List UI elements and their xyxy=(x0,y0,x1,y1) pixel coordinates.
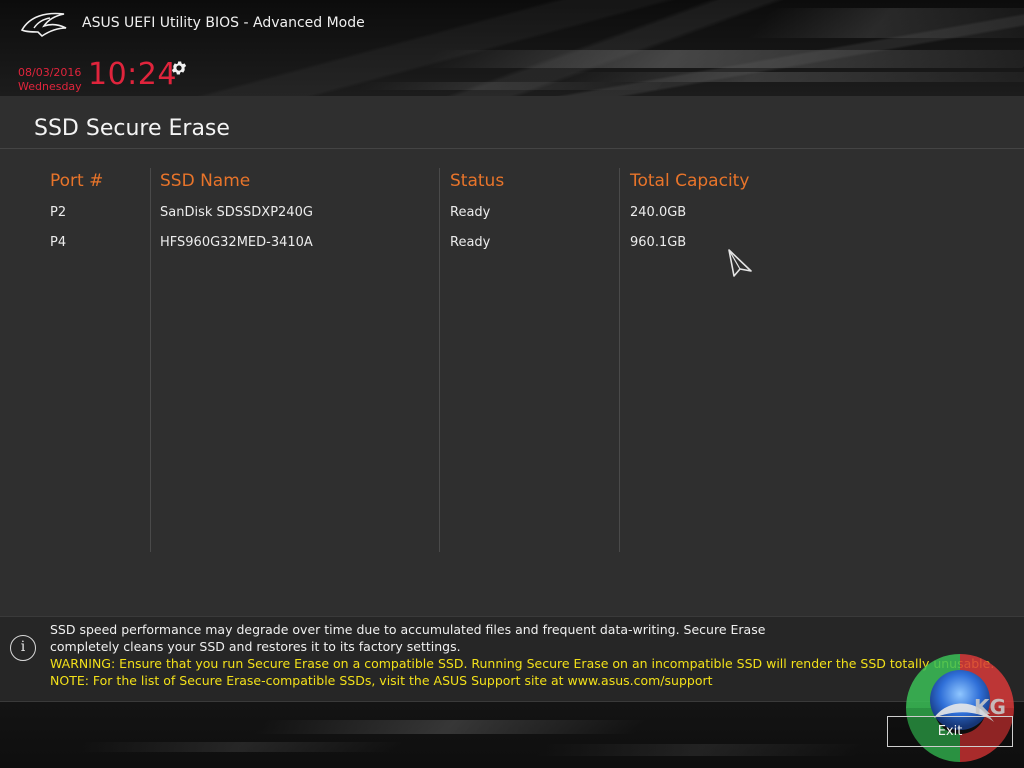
header-decoration-stripe xyxy=(356,82,664,90)
mouse-pointer-icon xyxy=(728,249,752,277)
column-header-status: Status xyxy=(450,171,505,191)
app-title: ASUS UEFI Utility BIOS - Advanced Mode xyxy=(82,15,365,31)
help-text-line: SSD speed performance may degrade over t… xyxy=(50,622,766,637)
header-decoration-stripe xyxy=(747,8,1024,38)
column-header-total-capacity: Total Capacity xyxy=(630,171,750,191)
column-divider xyxy=(439,168,440,552)
weekday-display: Wednesday xyxy=(18,80,82,93)
footer-decoration-stripe xyxy=(75,742,405,752)
exit-button[interactable]: Exit xyxy=(887,716,1013,747)
row-1-ssd-name[interactable]: SanDisk SDSSDXP240G xyxy=(160,204,313,222)
header-decoration-stripe xyxy=(422,50,1024,68)
column-header-ssd-name: SSD Name xyxy=(160,171,251,191)
header-bar: ASUS UEFI Utility BIOS - Advanced Mode 0… xyxy=(0,0,1024,96)
page-title: SSD Secure Erase xyxy=(34,116,230,141)
row-2-status[interactable]: Ready xyxy=(450,234,490,252)
row-1-total-capacity[interactable]: 240.0GB xyxy=(630,204,686,222)
kg-watermark-logo-icon: KG xyxy=(906,654,1014,762)
footer-bar xyxy=(0,702,1024,768)
row-2-ssd-name[interactable]: HFS960G32MED-3410A xyxy=(160,234,313,252)
row-2-total-capacity[interactable]: 960.1GB xyxy=(630,234,686,252)
row-1-status[interactable]: Ready xyxy=(450,204,490,222)
column-divider xyxy=(150,168,151,552)
help-info-bar: i SSD speed performance may degrade over… xyxy=(0,616,1024,702)
footer-decoration-stripe xyxy=(534,744,866,756)
header-decoration-stripe xyxy=(555,72,1024,82)
warning-text: WARNING: Ensure that you run Secure Eras… xyxy=(50,656,995,671)
help-text-line: completely cleans your SSD and restores … xyxy=(50,639,461,654)
info-icon: i xyxy=(10,635,36,661)
title-divider xyxy=(0,148,1024,149)
column-header-port: Port # xyxy=(50,171,104,191)
rog-logo-icon xyxy=(20,12,67,38)
gear-icon[interactable] xyxy=(170,59,188,77)
footer-decoration-stripe xyxy=(254,720,646,734)
row-2-port[interactable]: P4 xyxy=(50,234,66,252)
main-panel: SSD Secure Erase Port # SSD Name Status … xyxy=(0,96,1024,616)
date-display: 08/03/2016 xyxy=(18,66,82,79)
row-1-port[interactable]: P2 xyxy=(50,204,66,222)
column-divider xyxy=(619,168,620,552)
note-text: NOTE: For the list of Secure Erase-compa… xyxy=(50,673,713,688)
clock-display[interactable]: 10:24 xyxy=(88,57,177,93)
